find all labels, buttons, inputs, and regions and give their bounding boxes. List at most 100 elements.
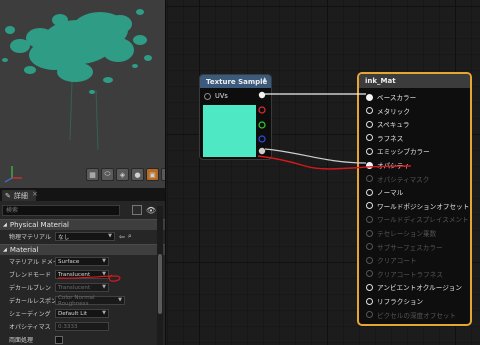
property-dropdown: Color Normal Roughness ▼ bbox=[55, 294, 125, 307]
b-output-pin-icon bbox=[258, 135, 266, 143]
uvs-pin-icon[interactable] bbox=[204, 92, 211, 100]
pin-label: エミッシブカラー bbox=[377, 148, 430, 157]
material-input-pin-row[interactable]: ラフネス bbox=[366, 133, 403, 143]
material-input-pin-row[interactable]: ワールドポジションオフセット bbox=[366, 201, 469, 211]
node-title-text: ink_Mat bbox=[365, 77, 396, 85]
input-pin-icon bbox=[366, 270, 373, 278]
property-label: デカールレスポン bbox=[9, 298, 55, 305]
pin-label: ベースカラー bbox=[377, 94, 417, 102]
material-input-pin-row: クリアコートラフネス bbox=[366, 269, 443, 279]
chevron-down-icon: ▼ bbox=[118, 297, 122, 303]
texture-sample-node[interactable]: Texture Sample ▲ UVs bbox=[199, 74, 272, 160]
section-title: Physical Material bbox=[9, 221, 69, 229]
box-icon[interactable]: ▣ bbox=[146, 168, 159, 181]
pin-label: サブサーフェスカラー bbox=[377, 243, 443, 252]
section-physical-material[interactable]: ◢ Physical Material bbox=[0, 219, 165, 230]
chevron-down-icon: ▼ bbox=[102, 310, 106, 316]
property-row: デカールレスポン Color Normal Roughness ▼ bbox=[0, 294, 158, 307]
input-pin-icon[interactable] bbox=[366, 147, 373, 155]
property-label: マテリアル ドメイン bbox=[9, 259, 55, 266]
g-output-pin-icon bbox=[258, 121, 266, 129]
input-pin-icon[interactable] bbox=[366, 161, 373, 169]
material-input-pin-row[interactable]: スペキュラ bbox=[366, 119, 410, 129]
uvs-input-pin-row[interactable]: UVs bbox=[204, 92, 228, 100]
material-input-pin-row: ピクセルの深度オフセット bbox=[366, 310, 456, 320]
property-dropdown[interactable]: Surface ▼ bbox=[55, 257, 109, 266]
teapot-icon[interactable]: ♨ bbox=[161, 168, 165, 181]
pin-label: クリアコート bbox=[377, 257, 417, 266]
details-search-row: 👁︎ ▾ bbox=[2, 204, 163, 216]
material-input-pin-row: サブサーフェスカラー bbox=[366, 242, 443, 252]
node-title-text: Texture Sample bbox=[206, 77, 268, 86]
search-input[interactable] bbox=[2, 204, 120, 216]
section-title: Material bbox=[9, 246, 39, 254]
a-output-pin-icon bbox=[258, 147, 266, 155]
input-pin-icon[interactable] bbox=[366, 202, 373, 210]
material-input-pin-row: オパシティマスク bbox=[366, 174, 429, 184]
two-sided-checkbox[interactable] bbox=[55, 335, 63, 344]
pin-label: アンビエントオクルージョン bbox=[377, 284, 462, 293]
material-input-pin-row[interactable]: エミッシブカラー bbox=[366, 146, 430, 156]
property-dropdown[interactable]: Default Lit ▼ bbox=[55, 309, 109, 318]
grid-icon[interactable]: ▦ bbox=[86, 168, 99, 181]
dropdown-value: Color Normal Roughness bbox=[58, 294, 95, 307]
pin-label: メタリック bbox=[377, 107, 410, 116]
plane-icon[interactable]: ◈ bbox=[116, 168, 129, 181]
input-pin-icon bbox=[366, 175, 373, 183]
input-pin-icon[interactable] bbox=[366, 120, 373, 128]
property-label: ブレンドモード bbox=[9, 272, 52, 279]
physical-material-dropdown[interactable]: なし ▼ bbox=[55, 232, 115, 241]
material-input-pin-row[interactable]: ノーマル bbox=[366, 187, 403, 197]
property-dropdown: Translucent ▼ bbox=[55, 283, 109, 292]
input-pin-icon bbox=[366, 256, 373, 264]
dropdown-value: Default Lit bbox=[58, 310, 88, 317]
input-pin-icon[interactable] bbox=[366, 188, 373, 196]
axis-gizmo bbox=[4, 166, 22, 183]
input-pin-icon[interactable] bbox=[366, 134, 373, 142]
input-pin-icon[interactable] bbox=[366, 297, 373, 305]
arrow-left-icon[interactable]: ⇦ bbox=[119, 233, 125, 241]
property-label: オパシティマス bbox=[9, 324, 51, 331]
input-pin-icon[interactable] bbox=[366, 93, 373, 101]
material-input-pin-row: ワールドディスプレイスメント bbox=[366, 214, 469, 224]
close-icon[interactable]: × bbox=[32, 190, 38, 198]
pin-label: ラフネス bbox=[377, 134, 404, 143]
property-label: デカールブレン bbox=[9, 285, 52, 292]
property-label: 両面処理 bbox=[9, 337, 34, 344]
preview-mesh-toolbar: ▦⬭◈●▣♨ bbox=[86, 168, 165, 181]
material-input-pin-row[interactable]: ベースカラー bbox=[366, 92, 416, 102]
material-input-pin-row[interactable]: メタリック bbox=[366, 106, 410, 116]
material-result-node[interactable]: ink_Mat ベースカラー メタリックスペキュララフネスエミッシブカラーオパシテ… bbox=[357, 72, 472, 326]
details-tab-icon: ✎ bbox=[5, 191, 11, 200]
details-scrollbar[interactable] bbox=[157, 206, 163, 345]
search-icon[interactable]: ⌕ bbox=[128, 232, 132, 241]
input-pin-icon[interactable] bbox=[366, 283, 373, 291]
dropdown-value: Translucent bbox=[58, 284, 91, 291]
rgb-output-pin-icon bbox=[258, 91, 266, 99]
input-pin-icon bbox=[366, 215, 373, 223]
input-pin-icon[interactable] bbox=[366, 107, 373, 115]
details-tabbar: ✎ 詳細 × bbox=[0, 188, 165, 201]
material-input-pin-row[interactable]: オパシティ bbox=[366, 160, 410, 170]
material-preview-viewport[interactable]: ▦⬭◈●▣♨ bbox=[0, 0, 166, 188]
property-row: デカールブレン Translucent ▼ bbox=[0, 282, 158, 293]
material-input-pin-row[interactable]: アンビエントオクルージョン bbox=[366, 282, 462, 292]
node-title: Texture Sample ▲ bbox=[200, 75, 271, 88]
details-tab[interactable]: ✎ 詳細 bbox=[2, 190, 36, 201]
pin-label: クリアコートラフネス bbox=[377, 270, 443, 279]
property-row: オパシティマス 0.3333 bbox=[0, 321, 158, 332]
pin-label: ノーマル bbox=[377, 189, 404, 198]
cylinder-icon[interactable]: ⬭ bbox=[101, 168, 114, 181]
material-input-pin-row[interactable]: リフラクション bbox=[366, 296, 423, 306]
property-label: シェーディング bbox=[9, 311, 51, 318]
sphere-icon[interactable]: ● bbox=[131, 168, 144, 181]
property-matrix-icon[interactable] bbox=[132, 205, 142, 215]
property-dropdown[interactable]: Translucent ▼ bbox=[55, 270, 109, 279]
scrollbar-thumb[interactable] bbox=[158, 254, 162, 314]
eye-icon[interactable]: 👁︎ bbox=[145, 205, 157, 215]
collapse-icon[interactable]: ▲ bbox=[262, 76, 267, 83]
dropdown-value: 0.3333 bbox=[58, 323, 78, 330]
section-material[interactable]: ◢ Material bbox=[0, 244, 165, 255]
property-row: ブレンドモード Translucent ▼ bbox=[0, 269, 158, 280]
property-label: 物理マテリアル bbox=[9, 234, 51, 241]
